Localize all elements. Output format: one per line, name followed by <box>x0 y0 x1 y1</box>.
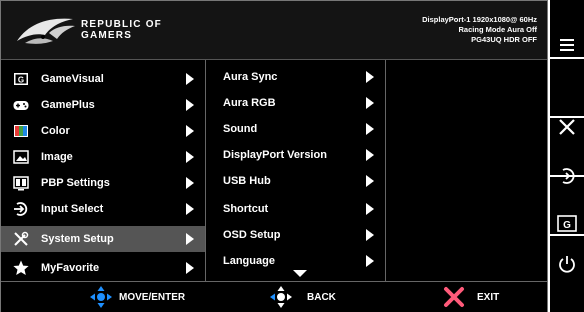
submenu-label: Sound <box>223 123 258 135</box>
power-button[interactable] <box>550 236 584 295</box>
submenu-item-osd-setup[interactable]: OSD Setup <box>206 222 385 248</box>
pbp-icon <box>13 176 29 191</box>
menu-item-myfavorite[interactable]: MyFavorite <box>1 255 205 281</box>
exit-label: EXIT <box>477 292 500 303</box>
close-button[interactable] <box>550 59 584 135</box>
arrow-right-icon <box>186 125 194 137</box>
submenu-item-shortcut[interactable]: Shortcut <box>206 196 385 222</box>
menu-label: System Setup <box>41 233 114 245</box>
hardware-buttons: G <box>550 0 584 312</box>
arrow-right-icon <box>366 97 374 109</box>
power-icon <box>559 256 575 273</box>
gamevisual-icon: G <box>557 215 577 232</box>
menu-item-system-setup[interactable]: System Setup <box>1 226 205 252</box>
exit-hint: EXIT <box>443 282 533 312</box>
menu-item-pbp-settings[interactable]: PBP Settings <box>1 170 205 196</box>
arrow-right-icon <box>366 149 374 161</box>
back-hint: BACK <box>269 282 369 312</box>
tools-icon <box>14 231 29 246</box>
star-icon <box>13 260 29 275</box>
osd-menu: REPUBLIC OF GAMERS DisplayPort-1 1920x10… <box>0 0 548 312</box>
status-line1: DisplayPort-1 1920x1080@ 60Hz <box>422 15 537 24</box>
image-icon <box>13 150 29 164</box>
submenu-label: OSD Setup <box>223 229 281 241</box>
joystick-back-icon <box>270 286 292 308</box>
svg-text:G: G <box>18 76 24 85</box>
osd-footer: MOVE/ENTER BACK EXIT <box>1 281 547 312</box>
status-info: DisplayPort-1 1920x1080@ 60Hz Racing Mod… <box>422 15 537 45</box>
arrow-right-icon <box>186 262 194 274</box>
rog-logo-icon <box>17 18 75 44</box>
status-line2: Racing Mode Aura Off <box>458 25 537 34</box>
arrow-right-icon <box>366 71 374 83</box>
submenu-label: Aura RGB <box>223 97 276 109</box>
main-menu: G GameVisual GamePlus Color Image PBP Se… <box>1 60 206 281</box>
submenu-label: USB Hub <box>223 175 271 187</box>
menu-label: Color <box>41 125 70 137</box>
arrow-right-icon <box>366 175 374 187</box>
submenu-item-aura-rgb[interactable]: Aura RGB <box>206 90 385 116</box>
arrow-right-icon <box>366 123 374 135</box>
menu-item-image[interactable]: Image <box>1 144 205 170</box>
arrow-right-icon <box>186 99 194 111</box>
osd-header: REPUBLIC OF GAMERS DisplayPort-1 1920x10… <box>1 1 547 60</box>
submenu-item-aura-sync[interactable]: Aura Sync <box>206 64 385 90</box>
color-palette-icon <box>14 125 28 137</box>
menu-item-gamevisual[interactable]: G GameVisual <box>1 66 205 92</box>
move-enter-label: MOVE/ENTER <box>119 292 186 303</box>
joystick-move-icon <box>90 286 112 308</box>
input-button[interactable] <box>550 118 584 184</box>
back-label: BACK <box>307 292 336 303</box>
status-line3: PG43UQ HDR OFF <box>471 35 537 44</box>
brand-name: REPUBLIC OF GAMERS <box>81 19 162 41</box>
scroll-down-icon[interactable] <box>293 270 307 277</box>
arrow-right-icon <box>186 203 194 215</box>
menu-item-input-select[interactable]: Input Select <box>1 196 205 222</box>
menu-label: GamePlus <box>41 99 95 111</box>
gamepad-icon <box>13 101 29 110</box>
value-panel <box>386 60 547 281</box>
menu-item-color[interactable]: Color <box>1 118 205 144</box>
menu-label: Image <box>41 151 73 163</box>
menu-label: Input Select <box>41 203 104 215</box>
submenu-label: Shortcut <box>223 203 269 215</box>
menu-button[interactable] <box>550 0 584 59</box>
gamevisual-button[interactable]: G <box>550 177 584 236</box>
submenu-item-usb-hub[interactable]: USB Hub <box>206 168 385 194</box>
input-icon <box>14 202 28 216</box>
move-enter-hint: MOVE/ENTER <box>89 282 229 312</box>
arrow-right-icon <box>186 177 194 189</box>
brand-line1: REPUBLIC OF <box>81 19 162 30</box>
arrow-right-icon <box>366 229 374 241</box>
arrow-right-icon <box>366 203 374 215</box>
arrow-right-icon <box>366 255 374 267</box>
arrow-right-icon <box>186 233 194 245</box>
menu-item-gameplus[interactable]: GamePlus <box>1 92 205 118</box>
submenu-label: Aura Sync <box>223 71 278 83</box>
arrow-right-icon <box>186 73 194 85</box>
submenu-item-displayport-version[interactable]: DisplayPort Version <box>206 142 385 168</box>
brand-line2: GAMERS <box>81 30 133 41</box>
exit-x-icon <box>444 287 464 307</box>
menu-label: GameVisual <box>41 73 104 85</box>
menu-icon <box>560 39 574 51</box>
arrow-right-icon <box>186 151 194 163</box>
menu-label: PBP Settings <box>41 177 110 189</box>
menu-label: MyFavorite <box>41 262 100 274</box>
submenu-item-sound[interactable]: Sound <box>206 116 385 142</box>
sub-menu: Aura Sync Aura RGB Sound DisplayPort Ver… <box>206 60 386 281</box>
gamevisual-icon: G <box>14 73 28 85</box>
submenu-label: Language <box>223 255 275 267</box>
submenu-label: DisplayPort Version <box>223 149 327 161</box>
svg-text:G: G <box>563 220 571 231</box>
